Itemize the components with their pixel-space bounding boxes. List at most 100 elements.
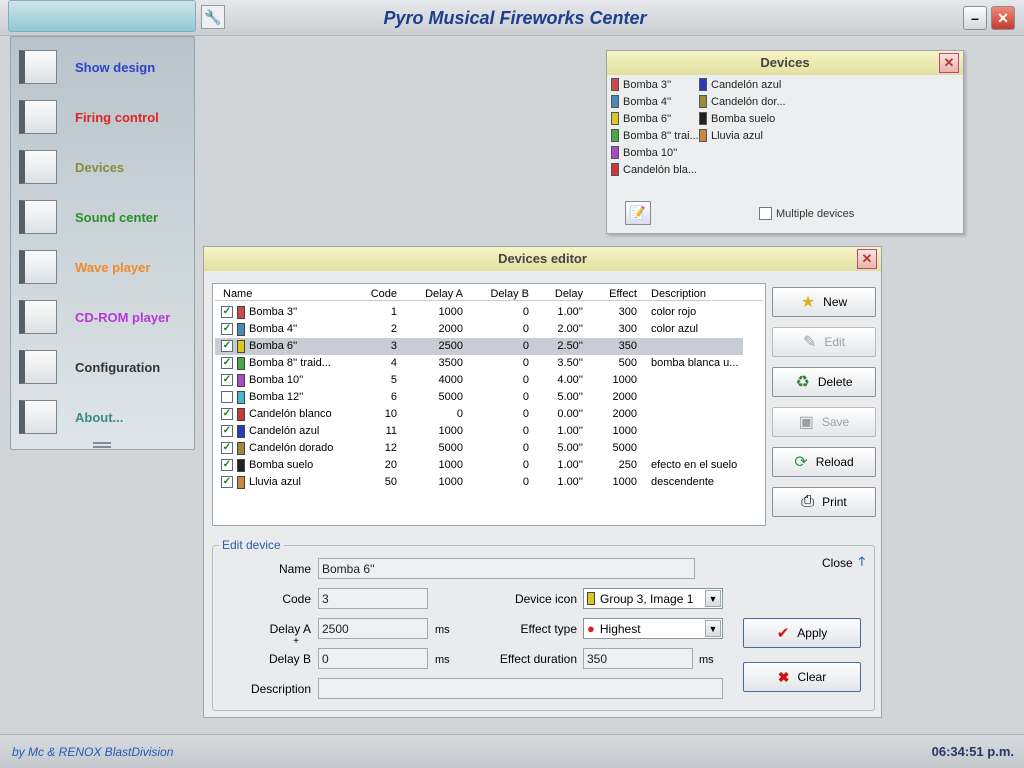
delay-b-field[interactable]: 0 (318, 648, 428, 669)
device-item[interactable]: Bomba 8'' trai... (611, 129, 699, 142)
devices-editor-title-text: Devices editor (498, 251, 587, 266)
sidebar-item-configuration[interactable]: Configuration (19, 347, 189, 387)
devices-table[interactable]: Name Code Delay A Delay B Delay Effect D… (212, 283, 766, 526)
name-field[interactable]: Bomba 6'' (318, 558, 695, 579)
save-button[interactable]: ▣ Save (772, 407, 876, 437)
edit-icon: ✎ (802, 334, 817, 351)
device-type-icon (237, 323, 245, 336)
table-row[interactable]: ✓ Candelón blanco 10 0 0 0.00'' 2000 (215, 406, 743, 423)
delay-a-field[interactable]: 2500 (318, 618, 428, 639)
column-header-delay[interactable]: Delay (531, 288, 583, 300)
table-row[interactable]: ✓ Bomba suelo 20 1000 0 1.00'' 250 efecto en el… (215, 457, 743, 474)
row-checkbox[interactable]: ✓ (221, 306, 233, 318)
devices-editor-close-button[interactable]: ✕ (857, 249, 877, 269)
device-item[interactable]: Bomba 6'' (611, 112, 671, 125)
column-header-delay-a[interactable]: Delay A (401, 288, 463, 300)
device-item[interactable]: Lluvia azul (699, 129, 763, 142)
cell-delay-a: 2500 (438, 340, 463, 352)
cell-description: color azul (651, 323, 699, 335)
row-checkbox[interactable]: ✓ (221, 374, 233, 386)
code-field[interactable]: 3 (318, 588, 428, 609)
sidebar-item-wave-player[interactable]: Wave player (19, 247, 189, 287)
table-row[interactable]: ✓ Candelón dorado 12 5000 0 5.00'' 5000 (215, 440, 743, 457)
multiple-devices-checkbox[interactable]: Multiple devices (759, 207, 854, 220)
sidebar-item-cdrom-player[interactable]: CD-ROM player (19, 297, 189, 337)
cell-effect: 300 (618, 306, 637, 318)
row-checkbox[interactable]: ✓ (221, 425, 233, 437)
wrench-icon[interactable]: 🔧 (201, 5, 225, 29)
device-item[interactable]: Bomba 10'' (611, 146, 677, 159)
close-app-button[interactable]: ✕ (991, 6, 1015, 30)
cell-name: Bomba suelo (249, 459, 314, 471)
close-icon: ✕ (997, 9, 1009, 26)
table-row[interactable]: ✓ Bomba 10'' 5 4000 0 4.00'' 1000 (215, 372, 743, 389)
sidebar-item-label: CD-ROM player (75, 309, 171, 325)
device-icon-select[interactable]: Group 3, Image 1 ▼ (583, 588, 723, 609)
chevron-down-icon[interactable]: ▼ (705, 590, 721, 607)
minimize-button[interactable]: – (963, 6, 987, 30)
cell-name: Candelón dorado (249, 442, 334, 454)
device-icon-value: Group 3, Image 1 (600, 591, 694, 606)
notes-icon[interactable]: 📝 (625, 201, 651, 225)
reload-button[interactable]: ⟳ Reload (772, 447, 876, 477)
chevron-down-icon[interactable]: ▼ (705, 620, 721, 637)
row-checkbox[interactable]: ✓ (221, 357, 233, 369)
cell-effect: 2000 (612, 391, 637, 403)
cell-delay: 5.00'' (557, 391, 583, 403)
checkbox-box[interactable] (759, 207, 772, 220)
sidebar-item-about[interactable]: About... (19, 397, 189, 437)
device-type-icon (699, 129, 707, 142)
column-header-code[interactable]: Code (335, 288, 397, 300)
sidebar-item-sound-center[interactable]: Sound center (19, 197, 189, 237)
new-button[interactable]: ★ New (772, 287, 876, 317)
row-checkbox[interactable]: ✓ (221, 323, 233, 335)
cell-name: Bomba 3'' (249, 306, 298, 318)
column-header-name[interactable]: Name (223, 288, 252, 300)
sidebar-item-label: Show design (75, 59, 156, 75)
table-row[interactable]: ✓ Bomba 8'' traid... 4 3500 0 3.50'' 500 bomba … (215, 355, 743, 372)
table-row[interactable]: ✓ Bomba 3'' 1 1000 0 1.00'' 300 color rojo (215, 304, 743, 321)
row-checkbox[interactable]: ✓ (221, 340, 233, 352)
print-button[interactable]: ⎙ Print (772, 487, 876, 517)
close-form-link[interactable]: Close 🡑 (822, 552, 865, 573)
table-row[interactable]: ✓ Bomba 6'' 3 2500 0 2.50'' 350 (215, 338, 743, 355)
column-header-delay-b[interactable]: Delay B (467, 288, 529, 300)
devices-panel-close-button[interactable]: ✕ (939, 53, 959, 73)
column-header-description[interactable]: Description (651, 288, 706, 300)
cell-delay-a: 1000 (438, 425, 463, 437)
device-type-icon (611, 163, 619, 176)
device-item[interactable]: Candelón dor... (699, 95, 786, 108)
description-field[interactable] (318, 678, 723, 699)
device-type-icon (237, 374, 245, 387)
effect-duration-label: Effect duration (499, 652, 577, 666)
row-checkbox[interactable]: ✓ (221, 408, 233, 420)
delete-button[interactable]: ♻ Delete (772, 367, 876, 397)
device-item[interactable]: Candelón azul (699, 78, 781, 91)
edit-button[interactable]: ✎ Edit (772, 327, 876, 357)
table-row[interactable]: ✓ Bomba 4'' 2 2000 0 2.00'' 300 color azul (215, 321, 743, 338)
sidebar-item-firing-control[interactable]: Firing control (19, 97, 189, 137)
reload-icon: ⟳ (794, 454, 808, 471)
sidebar-grip[interactable] (93, 442, 111, 448)
clear-button[interactable]: ✖ Clear (743, 662, 861, 692)
column-header-effect[interactable]: Effect (587, 288, 637, 300)
sidebar-item-show-design[interactable]: Show design (19, 47, 189, 87)
table-row[interactable]: ✓ Lluvia azul 50 1000 0 1.00'' 1000 descendente (215, 474, 743, 491)
table-row[interactable]: Bomba 12'' 6 5000 0 5.00'' 2000 (215, 389, 743, 406)
sidebar-item-devices[interactable]: Devices (19, 147, 189, 187)
row-checkbox[interactable]: ✓ (221, 476, 233, 488)
device-item[interactable]: Bomba 3'' (611, 78, 671, 91)
apply-button[interactable]: ✔ Apply (743, 618, 861, 648)
device-type-icon (237, 408, 245, 421)
effect-type-select[interactable]: ● Highest ▼ (583, 618, 723, 639)
device-item[interactable]: Bomba suelo (699, 112, 775, 125)
cell-delay-b: 0 (522, 476, 529, 488)
device-item[interactable]: Bomba 4'' (611, 95, 671, 108)
device-item[interactable]: Candelón bla... (611, 163, 697, 176)
row-checkbox[interactable]: ✓ (221, 459, 233, 471)
row-checkbox[interactable] (221, 391, 233, 403)
row-checkbox[interactable]: ✓ (221, 442, 233, 454)
effect-duration-field[interactable]: 350 (583, 648, 693, 669)
cell-delay-a: 4000 (438, 374, 463, 386)
table-row[interactable]: ✓ Candelón azul 11 1000 0 1.00'' 1000 (215, 423, 743, 440)
